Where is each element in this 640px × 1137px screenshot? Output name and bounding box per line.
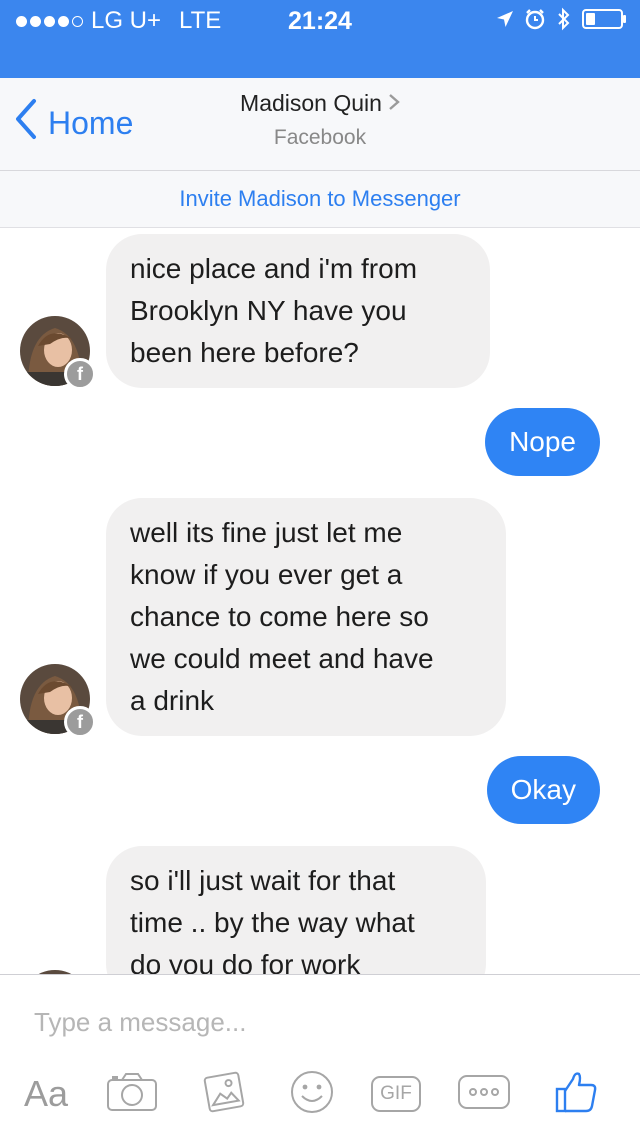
message-line: Brooklyn NY have you bbox=[130, 295, 407, 326]
avatar[interactable]: f bbox=[20, 316, 96, 390]
status-right bbox=[496, 7, 628, 36]
bluetooth-icon bbox=[556, 7, 572, 36]
camera-icon bbox=[106, 1072, 158, 1117]
incoming-message[interactable]: well its fine just let me know if you ev… bbox=[106, 498, 506, 736]
avatar[interactable]: f bbox=[20, 664, 96, 738]
incoming-message[interactable]: nice place and i'm from Brooklyn NY have… bbox=[106, 234, 490, 388]
photo-gallery-button[interactable] bbox=[196, 1065, 252, 1123]
camera-button[interactable] bbox=[104, 1065, 160, 1123]
message-line: well its fine just let me bbox=[130, 517, 403, 548]
message-line: been here before? bbox=[130, 337, 359, 368]
battery-icon bbox=[582, 8, 628, 35]
gif-label: GIF bbox=[380, 1083, 412, 1104]
gif-icon: GIF bbox=[371, 1076, 421, 1112]
message-line: we could meet and have bbox=[130, 643, 434, 674]
invite-to-messenger-link[interactable]: Invite Madison to Messenger bbox=[0, 171, 640, 228]
more-dots-icon bbox=[458, 1074, 510, 1114]
text-tool-label: Aa bbox=[23, 1073, 69, 1114]
status-bar: LG U+ LTE 21:24 bbox=[0, 0, 640, 78]
incoming-message[interactable]: so i'll just wait for that time .. by th… bbox=[106, 846, 486, 974]
message-thread[interactable]: nice place and i'm from Brooklyn NY have… bbox=[0, 228, 640, 974]
thumbs-up-icon bbox=[553, 1069, 599, 1120]
gif-button[interactable]: GIF bbox=[368, 1065, 424, 1123]
message-composer: Aa GIF bbox=[0, 974, 640, 1137]
message-line: do you do for work bbox=[130, 949, 361, 974]
more-options-button[interactable] bbox=[456, 1065, 512, 1123]
message-line: a drink bbox=[130, 685, 215, 716]
message-line: time .. by the way what bbox=[130, 907, 415, 938]
outgoing-message[interactable]: Okay bbox=[486, 756, 600, 824]
message-input[interactable] bbox=[32, 1001, 606, 1043]
alarm-clock-icon bbox=[524, 8, 546, 35]
facebook-badge-icon: f bbox=[64, 706, 96, 738]
text-format-button[interactable]: Aa bbox=[18, 1065, 74, 1123]
conversation-header: Home Madison Quin Facebook bbox=[0, 78, 640, 171]
contact-name-button[interactable]: Madison Quin bbox=[0, 90, 640, 117]
contact-name: Madison Quin bbox=[240, 90, 382, 116]
facebook-badge-icon: f bbox=[64, 358, 96, 390]
like-button[interactable] bbox=[548, 1065, 604, 1123]
message-line: know if you ever get a bbox=[130, 559, 403, 590]
message-line: so i'll just wait for that bbox=[130, 865, 396, 896]
outgoing-message[interactable]: Nope bbox=[485, 408, 600, 476]
smiley-icon bbox=[289, 1069, 335, 1120]
message-line: chance to come here so bbox=[130, 601, 429, 632]
message-line: nice place and i'm from bbox=[130, 253, 418, 284]
sticker-button[interactable] bbox=[284, 1065, 340, 1123]
composer-toolbar: Aa GIF bbox=[0, 1065, 640, 1123]
chevron-right-icon bbox=[388, 90, 400, 116]
location-arrow-icon bbox=[496, 10, 514, 33]
photo-gallery-icon bbox=[201, 1069, 247, 1120]
contact-source: Facebook bbox=[273, 126, 367, 149]
